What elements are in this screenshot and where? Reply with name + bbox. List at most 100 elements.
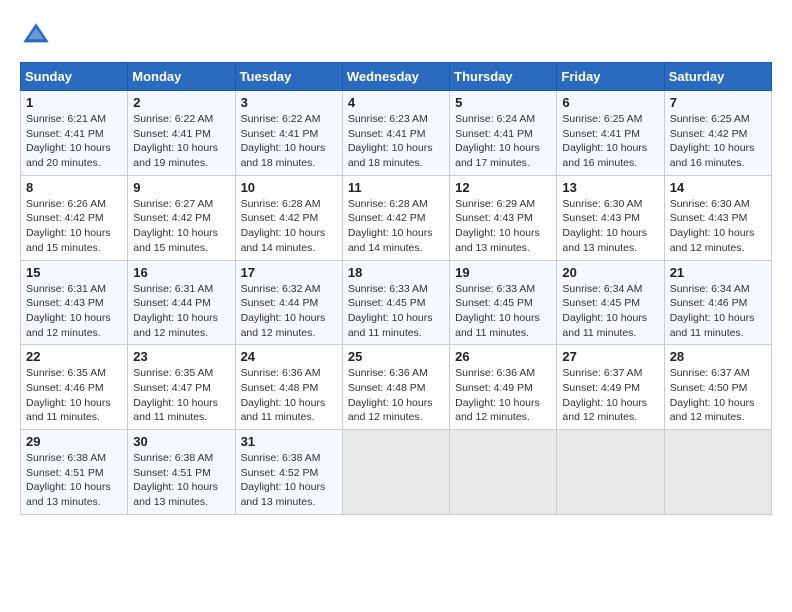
calendar-week: 15 Sunrise: 6:31 AMSunset: 4:43 PMDayligh… (21, 260, 772, 345)
header-day: Friday (557, 63, 664, 91)
day-number: 25 (348, 349, 444, 364)
day-info: Sunrise: 6:31 AMSunset: 4:44 PMDaylight:… (133, 282, 229, 341)
day-number: 16 (133, 265, 229, 280)
day-number: 29 (26, 434, 122, 449)
day-number: 14 (670, 180, 766, 195)
day-number: 12 (455, 180, 551, 195)
calendar-cell: 1Sunrise: 6:21 AMSunset: 4:41 PMDaylight… (21, 91, 128, 176)
calendar-cell: 9Sunrise: 6:27 AMSunset: 4:42 PMDaylight… (128, 175, 235, 260)
page-header (20, 20, 772, 52)
day-info: Sunrise: 6:26 AMSunset: 4:42 PMDaylight:… (26, 197, 122, 256)
day-number: 26 (455, 349, 551, 364)
logo-icon (20, 20, 52, 52)
day-info: Sunrise: 6:36 AMSunset: 4:49 PMDaylight:… (455, 366, 551, 425)
calendar-cell: 15 Sunrise: 6:31 AMSunset: 4:43 PMDayligh… (21, 260, 128, 345)
calendar-cell: 11Sunrise: 6:28 AMSunset: 4:42 PMDayligh… (342, 175, 449, 260)
day-info: Sunrise: 6:38 AMSunset: 4:52 PMDaylight:… (241, 451, 337, 510)
calendar-cell: 5 Sunrise: 6:24 AMSunset: 4:41 PMDaylight… (450, 91, 557, 176)
calendar-cell: 27 Sunrise: 6:37 AMSunset: 4:49 PMDayligh… (557, 345, 664, 430)
calendar-week: 29 Sunrise: 6:38 AMSunset: 4:51 PMDayligh… (21, 430, 772, 515)
day-info: Sunrise: 6:31 AMSunset: 4:43 PMDaylight:… (26, 282, 122, 341)
day-number: 22 (26, 349, 122, 364)
day-number: 6 (562, 95, 658, 110)
day-info: Sunrise: 6:38 AMSunset: 4:51 PMDaylight:… (26, 451, 122, 510)
day-number: 18 (348, 265, 444, 280)
calendar-cell (342, 430, 449, 515)
header-day: Wednesday (342, 63, 449, 91)
calendar-header: SundayMondayTuesdayWednesdayThursdayFrid… (21, 63, 772, 91)
calendar-cell: 17 Sunrise: 6:32 AMSunset: 4:44 PMDayligh… (235, 260, 342, 345)
day-number: 2 (133, 95, 229, 110)
day-number: 15 (26, 265, 122, 280)
calendar-cell: 30Sunrise: 6:38 AMSunset: 4:51 PMDayligh… (128, 430, 235, 515)
day-info: Sunrise: 6:22 AMSunset: 4:41 PMDaylight:… (133, 112, 229, 171)
calendar-cell: 3 Sunrise: 6:22 AMSunset: 4:41 PMDaylight… (235, 91, 342, 176)
calendar-cell: 19 Sunrise: 6:33 AMSunset: 4:45 PMDayligh… (450, 260, 557, 345)
day-number: 7 (670, 95, 766, 110)
day-info: Sunrise: 6:28 AMSunset: 4:42 PMDaylight:… (241, 197, 337, 256)
calendar-week: 8 Sunrise: 6:26 AMSunset: 4:42 PMDaylight… (21, 175, 772, 260)
calendar-cell (557, 430, 664, 515)
day-number: 5 (455, 95, 551, 110)
header-day: Thursday (450, 63, 557, 91)
day-number: 23 (133, 349, 229, 364)
day-number: 21 (670, 265, 766, 280)
calendar-cell (450, 430, 557, 515)
day-number: 8 (26, 180, 122, 195)
day-number: 30 (133, 434, 229, 449)
day-number: 3 (241, 95, 337, 110)
day-info: Sunrise: 6:37 AMSunset: 4:49 PMDaylight:… (562, 366, 658, 425)
day-info: Sunrise: 6:37 AMSunset: 4:50 PMDaylight:… (670, 366, 766, 425)
calendar-cell: 22 Sunrise: 6:35 AMSunset: 4:46 PMDayligh… (21, 345, 128, 430)
calendar-cell: 24Sunrise: 6:36 AMSunset: 4:48 PMDayligh… (235, 345, 342, 430)
calendar-week: 22 Sunrise: 6:35 AMSunset: 4:46 PMDayligh… (21, 345, 772, 430)
day-info: Sunrise: 6:36 AMSunset: 4:48 PMDaylight:… (348, 366, 444, 425)
calendar-week: 1Sunrise: 6:21 AMSunset: 4:41 PMDaylight… (21, 91, 772, 176)
calendar-cell: 4 Sunrise: 6:23 AMSunset: 4:41 PMDaylight… (342, 91, 449, 176)
calendar-cell: 21Sunrise: 6:34 AMSunset: 4:46 PMDayligh… (664, 260, 771, 345)
day-number: 1 (26, 95, 122, 110)
calendar-cell: 10 Sunrise: 6:28 AMSunset: 4:42 PMDayligh… (235, 175, 342, 260)
day-number: 10 (241, 180, 337, 195)
day-info: Sunrise: 6:36 AMSunset: 4:48 PMDaylight:… (241, 366, 337, 425)
day-info: Sunrise: 6:28 AMSunset: 4:42 PMDaylight:… (348, 197, 444, 256)
day-info: Sunrise: 6:33 AMSunset: 4:45 PMDaylight:… (348, 282, 444, 341)
calendar-cell: 6 Sunrise: 6:25 AMSunset: 4:41 PMDaylight… (557, 91, 664, 176)
day-info: Sunrise: 6:23 AMSunset: 4:41 PMDaylight:… (348, 112, 444, 171)
calendar-cell: 25 Sunrise: 6:36 AMSunset: 4:48 PMDayligh… (342, 345, 449, 430)
day-number: 4 (348, 95, 444, 110)
calendar-cell: 8 Sunrise: 6:26 AMSunset: 4:42 PMDaylight… (21, 175, 128, 260)
calendar-cell: 23 Sunrise: 6:35 AMSunset: 4:47 PMDayligh… (128, 345, 235, 430)
calendar-cell: 14Sunrise: 6:30 AMSunset: 4:43 PMDayligh… (664, 175, 771, 260)
day-number: 19 (455, 265, 551, 280)
header-day: Sunday (21, 63, 128, 91)
day-number: 28 (670, 349, 766, 364)
calendar-body: 1Sunrise: 6:21 AMSunset: 4:41 PMDaylight… (21, 91, 772, 515)
logo (20, 20, 56, 52)
day-info: Sunrise: 6:35 AMSunset: 4:47 PMDaylight:… (133, 366, 229, 425)
day-info: Sunrise: 6:22 AMSunset: 4:41 PMDaylight:… (241, 112, 337, 171)
calendar-table: SundayMondayTuesdayWednesdayThursdayFrid… (20, 62, 772, 515)
calendar-cell: 18 Sunrise: 6:33 AMSunset: 4:45 PMDayligh… (342, 260, 449, 345)
day-info: Sunrise: 6:30 AMSunset: 4:43 PMDaylight:… (562, 197, 658, 256)
day-info: Sunrise: 6:32 AMSunset: 4:44 PMDaylight:… (241, 282, 337, 341)
day-number: 17 (241, 265, 337, 280)
day-info: Sunrise: 6:33 AMSunset: 4:45 PMDaylight:… (455, 282, 551, 341)
day-info: Sunrise: 6:34 AMSunset: 4:45 PMDaylight:… (562, 282, 658, 341)
calendar-cell: 26 Sunrise: 6:36 AMSunset: 4:49 PMDayligh… (450, 345, 557, 430)
day-info: Sunrise: 6:25 AMSunset: 4:41 PMDaylight:… (562, 112, 658, 171)
day-number: 13 (562, 180, 658, 195)
calendar-cell: 12Sunrise: 6:29 AMSunset: 4:43 PMDayligh… (450, 175, 557, 260)
calendar-cell (664, 430, 771, 515)
header-row: SundayMondayTuesdayWednesdayThursdayFrid… (21, 63, 772, 91)
calendar-cell: 13 Sunrise: 6:30 AMSunset: 4:43 PMDayligh… (557, 175, 664, 260)
calendar-cell: 20Sunrise: 6:34 AMSunset: 4:45 PMDayligh… (557, 260, 664, 345)
day-info: Sunrise: 6:35 AMSunset: 4:46 PMDaylight:… (26, 366, 122, 425)
calendar-cell: 28 Sunrise: 6:37 AMSunset: 4:50 PMDayligh… (664, 345, 771, 430)
calendar-cell: 7Sunrise: 6:25 AMSunset: 4:42 PMDaylight… (664, 91, 771, 176)
header-day: Tuesday (235, 63, 342, 91)
day-number: 27 (562, 349, 658, 364)
day-info: Sunrise: 6:24 AMSunset: 4:41 PMDaylight:… (455, 112, 551, 171)
header-day: Saturday (664, 63, 771, 91)
day-number: 31 (241, 434, 337, 449)
